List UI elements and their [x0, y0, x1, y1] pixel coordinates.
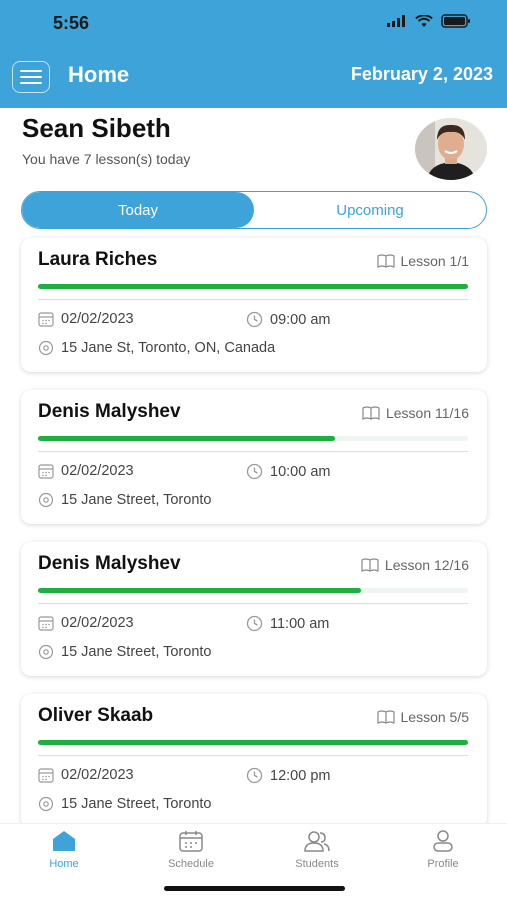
lesson-number: Lesson 11/16: [362, 405, 469, 421]
clock-icon: [246, 767, 263, 784]
menu-button[interactable]: [12, 61, 50, 93]
location-pin-icon: [38, 796, 54, 812]
avatar-photo: [415, 118, 487, 180]
book-icon: [376, 254, 395, 268]
progress-bar: [38, 740, 468, 745]
lesson-number-text: Lesson 5/5: [400, 709, 470, 725]
divider: [38, 603, 468, 604]
calendar-icon: [38, 616, 54, 631]
progress-fill: [38, 588, 361, 593]
location-pin-icon: [38, 644, 54, 660]
tab-today[interactable]: Today: [22, 192, 254, 228]
lesson-time-text: 12:00 pm: [270, 767, 331, 784]
lesson-filter-tabs: Today Upcoming: [21, 191, 487, 229]
lesson-address-text: 15 Jane Street, Toronto: [61, 492, 212, 508]
app-header: 5:56 Home February 2, 2023: [0, 0, 507, 108]
avatar[interactable]: [415, 118, 487, 180]
status-time: 5:56: [53, 13, 90, 33]
lesson-number-text: Lesson 12/16: [384, 557, 469, 573]
divider: [38, 451, 468, 452]
lesson-date-text: 02/02/2023: [61, 767, 134, 783]
location-pin-icon: [38, 340, 54, 356]
divider: [38, 755, 468, 756]
lesson-date: 02/02/2023: [38, 615, 134, 631]
lesson-address: 15 Jane Street, Toronto: [38, 796, 211, 812]
nav-students[interactable]: Students: [267, 830, 367, 870]
profile-icon: [433, 830, 453, 852]
lesson-date: 02/02/2023: [38, 463, 134, 479]
progress-bar: [38, 284, 468, 289]
lesson-number-text: Lesson 1/1: [400, 253, 470, 269]
lesson-address: 15 Jane Street, Toronto: [38, 644, 211, 660]
lesson-date-text: 02/02/2023: [61, 311, 134, 327]
lesson-time-text: 10:00 am: [270, 463, 331, 480]
student-name: Laura Riches: [38, 249, 158, 270]
clock-icon: [246, 463, 263, 480]
lesson-card[interactable]: Laura Riches Lesson 1/1 02/02/2023 09:00 am…: [21, 238, 487, 372]
calendar-icon: [38, 768, 54, 783]
nav-profile[interactable]: Profile: [393, 830, 493, 870]
lesson-address: 15 Jane St, Toronto, ON, Canada: [38, 340, 275, 356]
lesson-card[interactable]: Denis Malyshev Lesson 11/16 02/02/2023 10:0…: [21, 390, 487, 524]
lesson-card[interactable]: Oliver Skaab Lesson 5/5 02/02/2023 12:00 pm…: [21, 694, 487, 828]
lesson-number: Lesson 5/5: [376, 709, 470, 725]
lesson-address: 15 Jane Street, Toronto: [38, 492, 211, 508]
lesson-address-text: 15 Jane Street, Toronto: [61, 644, 212, 660]
lesson-date: 02/02/2023: [38, 311, 134, 327]
progress-bar: [38, 436, 468, 441]
lesson-date: 02/02/2023: [38, 767, 134, 783]
lesson-number-text: Lesson 11/16: [385, 405, 469, 421]
calendar-icon: [38, 464, 54, 479]
header-date: February 2, 2023: [350, 64, 493, 84]
lesson-address-text: 15 Jane St, Toronto, ON, Canada: [61, 340, 276, 356]
clock-icon: [246, 311, 263, 328]
students-icon: [304, 831, 330, 852]
location-pin-icon: [38, 492, 54, 508]
lesson-time: 10:00 am: [246, 463, 330, 480]
book-icon: [362, 406, 380, 420]
lesson-address-text: 15 Jane Street, Toronto: [61, 796, 212, 812]
lesson-time-text: 11:00 am: [270, 615, 330, 632]
nav-home-label: Home: [49, 858, 79, 870]
divider: [38, 299, 468, 300]
nav-profile-label: Profile: [427, 858, 459, 870]
clock-icon: [246, 615, 263, 632]
progress-fill: [38, 284, 468, 289]
nav-home[interactable]: Home: [14, 830, 114, 870]
user-name: Sean Sibeth: [22, 113, 171, 143]
nav-students-label: Students: [295, 858, 339, 870]
tab-upcoming[interactable]: Upcoming: [254, 192, 486, 228]
book-icon: [361, 558, 379, 572]
lesson-time: 09:00 am: [246, 311, 330, 328]
lesson-date-text: 02/02/2023: [61, 463, 134, 479]
lesson-number: Lesson 1/1: [376, 253, 470, 269]
lesson-card[interactable]: Denis Malyshev Lesson 12/16 02/02/2023 11:0…: [21, 542, 487, 676]
progress-fill: [38, 740, 468, 745]
signal-icon: [387, 15, 405, 27]
lessons-today-text: You have 7 lesson(s) today: [22, 151, 191, 167]
lesson-time: 12:00 pm: [246, 767, 330, 784]
calendar-icon: [179, 831, 203, 852]
lesson-number: Lesson 12/16: [361, 557, 469, 573]
student-name: Denis Malyshev: [38, 553, 181, 574]
lesson-date-text: 02/02/2023: [61, 615, 134, 631]
progress-bar: [38, 588, 468, 593]
home-indicator: [164, 886, 345, 891]
home-icon: [53, 831, 75, 851]
calendar-icon: [38, 312, 54, 327]
nav-schedule[interactable]: Schedule: [141, 830, 241, 870]
student-name: Denis Malyshev: [38, 401, 181, 422]
nav-schedule-label: Schedule: [168, 858, 214, 870]
student-name: Oliver Skaab: [38, 705, 154, 726]
progress-fill: [38, 436, 335, 441]
status-icons: [387, 14, 471, 28]
wifi-icon: [415, 14, 433, 27]
book-icon: [376, 710, 395, 724]
page-title: Home: [68, 62, 130, 87]
lesson-time-text: 09:00 am: [270, 311, 331, 328]
hamburger-menu-icon: [20, 70, 42, 84]
battery-icon: [441, 14, 470, 28]
lesson-time: 11:00 am: [246, 615, 329, 632]
